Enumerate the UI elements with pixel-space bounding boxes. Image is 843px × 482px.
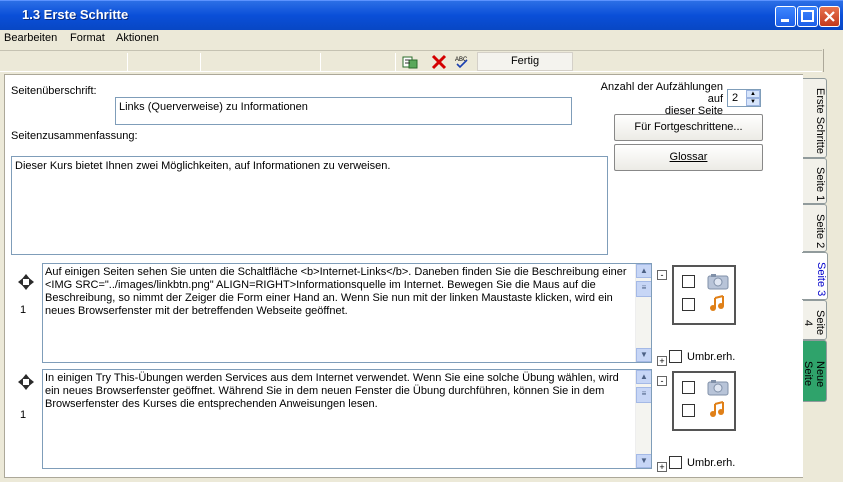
page-tabs: Erste Schritte Seite 1 Seite 2 Seite 3 S… — [802, 74, 843, 478]
toolbar-separator — [395, 53, 396, 71]
bullet-count-label: Anzahl der Aufzählungen auf dieser Seite — [587, 81, 723, 117]
image-checkbox[interactable] — [682, 381, 695, 394]
collapse-icon[interactable]: - — [657, 376, 667, 386]
bullet-number: 1 — [20, 304, 27, 316]
spin-up-icon[interactable]: ▲ — [746, 90, 760, 98]
sound-checkbox[interactable] — [682, 298, 695, 311]
keep-wrap-label: Umbr.erh. — [687, 351, 736, 363]
maximize-icon — [801, 10, 814, 22]
scroll-down-icon[interactable]: ▼ — [636, 348, 651, 362]
editor-panel: Seitenüberschrift: Links (Querverweise) … — [4, 74, 804, 478]
window-title: 1.3 Erste Schritte — [22, 7, 129, 22]
minimize-icon — [781, 19, 789, 22]
move-handle-icon[interactable] — [17, 373, 35, 391]
sound-checkbox[interactable] — [682, 404, 695, 417]
keep-wrap-checkbox[interactable] — [669, 456, 682, 469]
close-button[interactable] — [819, 6, 840, 27]
music-icon — [710, 295, 724, 311]
scrollbar[interactable]: ▲ ≡ ▼ — [635, 264, 651, 362]
bullet-text: Auf einigen Seiten sehen Sie unten die S… — [45, 266, 627, 317]
spin-down-icon[interactable]: ▼ — [746, 98, 760, 106]
scroll-up-icon[interactable]: ▲ — [636, 264, 651, 278]
menu-aktionen[interactable]: Aktionen — [116, 32, 159, 44]
heading-input[interactable]: Links (Querverweise) zu Informationen — [115, 97, 572, 125]
summary-textarea[interactable]: Dieser Kurs bietet Ihnen zwei Möglichkei… — [11, 156, 608, 255]
collapse-icon[interactable]: - — [657, 270, 667, 280]
music-icon — [710, 401, 724, 417]
scroll-up-icon[interactable]: ▲ — [636, 370, 651, 384]
title-bar: 1.3 Erste Schritte — [0, 0, 843, 30]
toolbar: ABC Fertig — [0, 50, 822, 72]
tab-erste-schritte[interactable]: Erste Schritte — [803, 78, 827, 158]
image-checkbox[interactable] — [682, 275, 695, 288]
bullet-textarea[interactable]: Auf einigen Seiten sehen Sie unten die S… — [42, 263, 652, 363]
tab-seite-3[interactable]: Seite 3 — [802, 252, 828, 300]
media-box — [672, 265, 736, 325]
scroll-thumb[interactable]: ≡ — [636, 281, 651, 297]
expand-icon[interactable]: + — [657, 356, 667, 366]
spellcheck-icon[interactable]: ABC — [454, 54, 470, 70]
scrollbar[interactable]: ▲ ≡ ▼ — [635, 370, 651, 468]
bullet-text: In einigen Try This-Übungen werden Servi… — [45, 372, 619, 410]
expand-icon[interactable]: + — [657, 462, 667, 472]
camera-icon — [707, 380, 729, 396]
media-box — [672, 371, 736, 431]
bullet-number: 1 — [20, 409, 27, 421]
delete-icon[interactable] — [431, 54, 447, 70]
toolbar-separator — [320, 53, 321, 71]
menu-format[interactable]: Format — [70, 32, 105, 44]
close-icon — [824, 11, 835, 22]
keep-wrap-checkbox[interactable] — [669, 350, 682, 363]
scroll-down-icon[interactable]: ▼ — [636, 454, 651, 468]
glossary-button[interactable]: Glossar — [614, 144, 763, 171]
camera-icon — [707, 274, 729, 290]
tab-seite-4[interactable]: Seite 4 — [802, 300, 827, 340]
heading-label: Seitenüberschrift: — [11, 85, 97, 97]
toolbar-separator — [127, 53, 128, 71]
tab-neue-seite[interactable]: Neue Seite — [802, 340, 827, 402]
bullet-count-value: 2 — [732, 92, 739, 104]
advanced-button[interactable]: Für Fortgeschrittene... — [614, 114, 763, 141]
maximize-button[interactable] — [797, 6, 818, 27]
bullet-count-label-line1: Anzahl der Aufzählungen auf — [600, 81, 723, 105]
tab-seite-2[interactable]: Seite 2 — [803, 204, 827, 252]
done-button[interactable]: Fertig — [477, 52, 573, 71]
tab-seite-1[interactable]: Seite 1 — [803, 158, 827, 204]
minimize-button[interactable] — [775, 6, 796, 27]
bullet-count-stepper[interactable]: 2 ▲ ▼ — [727, 89, 761, 107]
keep-wrap-label: Umbr.erh. — [687, 457, 736, 469]
toolbar-separator — [200, 53, 201, 71]
scroll-thumb[interactable]: ≡ — [636, 387, 651, 403]
preview-icon[interactable] — [402, 54, 418, 70]
menu-bar: Bearbeiten Format Aktionen — [0, 30, 843, 49]
toolbar-scroll — [823, 49, 843, 72]
bullet-textarea[interactable]: In einigen Try This-Übungen werden Servi… — [42, 369, 652, 469]
summary-label: Seitenzusammenfassung: — [11, 130, 138, 142]
move-handle-icon[interactable] — [17, 273, 35, 291]
menu-bearbeiten[interactable]: Bearbeiten — [4, 32, 57, 44]
